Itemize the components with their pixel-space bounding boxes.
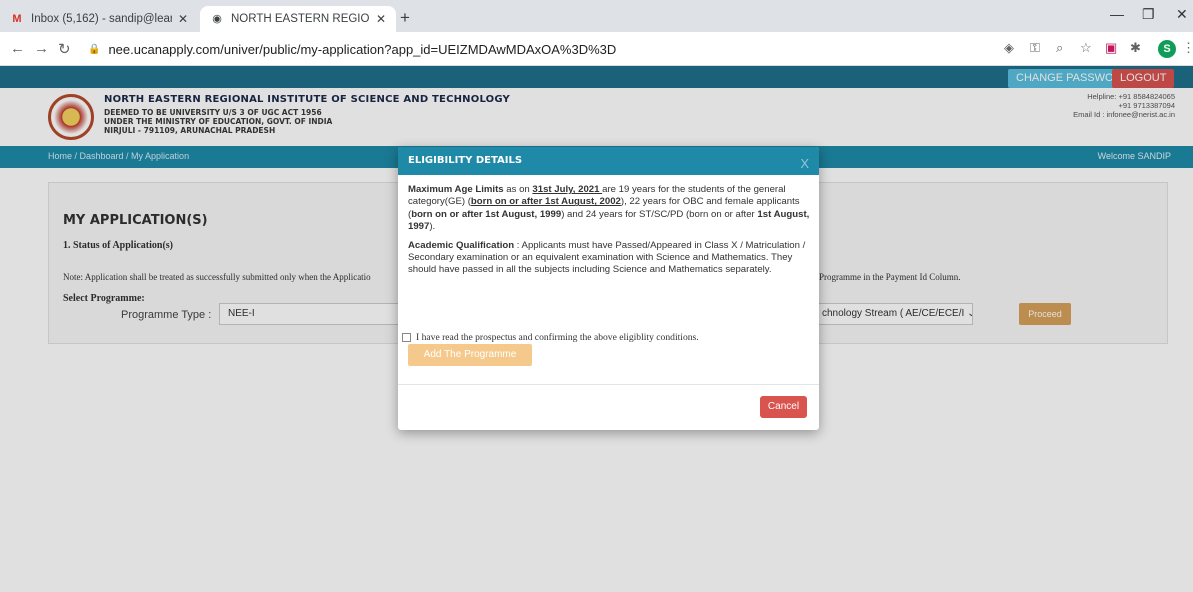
globe-icon: ◉ — [212, 13, 222, 25]
qualification-label: Academic Qualification — [408, 239, 515, 251]
tab-title: Inbox (5,162) - sandip@learningc — [31, 13, 172, 25]
qualification-paragraph: Academic Qualification : Applicants must… — [408, 240, 810, 277]
confirm-checkbox-label: I have read the prospectus and confirmin… — [416, 332, 699, 343]
modal-body: Maximum Age Limits as on 31st July, 2021… — [408, 184, 810, 283]
forward-icon[interactable]: → — [34, 40, 49, 57]
age-text: ). — [429, 221, 436, 233]
age-limit-paragraph: Maximum Age Limits as on 31st July, 2021… — [408, 184, 810, 234]
profile-avatar[interactable]: S — [1158, 40, 1176, 58]
star-icon[interactable]: ☆ — [1080, 40, 1092, 56]
puzzle-icon[interactable]: ✱ — [1130, 40, 1141, 56]
age-text: ) and 24 years for ST/SC/PD (born on or … — [561, 208, 758, 220]
maximize-icon[interactable]: ❐ — [1142, 6, 1155, 23]
minimize-icon[interactable]: — — [1110, 6, 1124, 22]
zoom-icon[interactable]: ⌕ — [1056, 40, 1063, 56]
extension-icon[interactable]: ▣ — [1105, 40, 1117, 56]
age-label: Maximum Age Limits — [408, 184, 504, 195]
close-icon[interactable]: X — [800, 156, 809, 171]
browser-tab-strip: M Inbox (5,162) - sandip@learningc ✕ ◉ N… — [0, 0, 1193, 32]
age-born-obc: born on or after 1st August, 1999 — [411, 208, 562, 220]
address-bar-row: ← → ↻ 🔒 nee.ucanapply.com/univer/public/… — [0, 32, 1193, 66]
back-icon[interactable]: ← — [10, 40, 25, 57]
key-icon[interactable]: ⚿ — [1030, 40, 1040, 56]
confirm-checkbox-row[interactable]: I have read the prospectus and confirmin… — [402, 332, 699, 343]
tab-title: NORTH EASTERN REGIONAL INS — [231, 13, 370, 25]
lock-icon: 🔒 — [88, 43, 101, 55]
cancel-button[interactable]: Cancel — [760, 396, 807, 418]
age-born-general: born on or after 1st August, 2002 — [470, 196, 621, 208]
translate-icon[interactable]: ◈ — [1004, 40, 1014, 56]
age-date: 31st July, 2021 — [532, 184, 603, 195]
modal-header: ELIGIBILITY DETAILS X — [398, 147, 819, 175]
age-text: as on — [503, 184, 533, 195]
gmail-icon: M — [12, 13, 22, 25]
menu-icon[interactable]: ⋮ — [1182, 40, 1193, 56]
add-programme-button[interactable]: Add The Programme — [408, 344, 532, 366]
eligibility-modal: ELIGIBILITY DETAILS X Maximum Age Limits… — [398, 147, 819, 430]
reload-icon[interactable]: ↻ — [58, 40, 71, 58]
new-tab-button[interactable]: + — [400, 8, 410, 28]
confirm-checkbox[interactable] — [402, 333, 411, 342]
url-text: nee.ucanapply.com/univer/public/my-appli… — [108, 41, 617, 57]
close-tab-icon[interactable]: ✕ — [376, 12, 386, 26]
modal-footer-divider — [398, 384, 819, 385]
url-field[interactable]: 🔒 nee.ucanapply.com/univer/public/my-app… — [88, 38, 988, 60]
modal-title: ELIGIBILITY DETAILS — [408, 155, 523, 166]
close-tab-icon[interactable]: ✕ — [178, 12, 188, 26]
close-window-icon[interactable]: ✕ — [1176, 6, 1188, 23]
tab-nerist[interactable]: ◉ NORTH EASTERN REGIONAL INS ✕ — [200, 6, 396, 32]
tab-gmail[interactable]: M Inbox (5,162) - sandip@learningc ✕ — [0, 6, 198, 32]
